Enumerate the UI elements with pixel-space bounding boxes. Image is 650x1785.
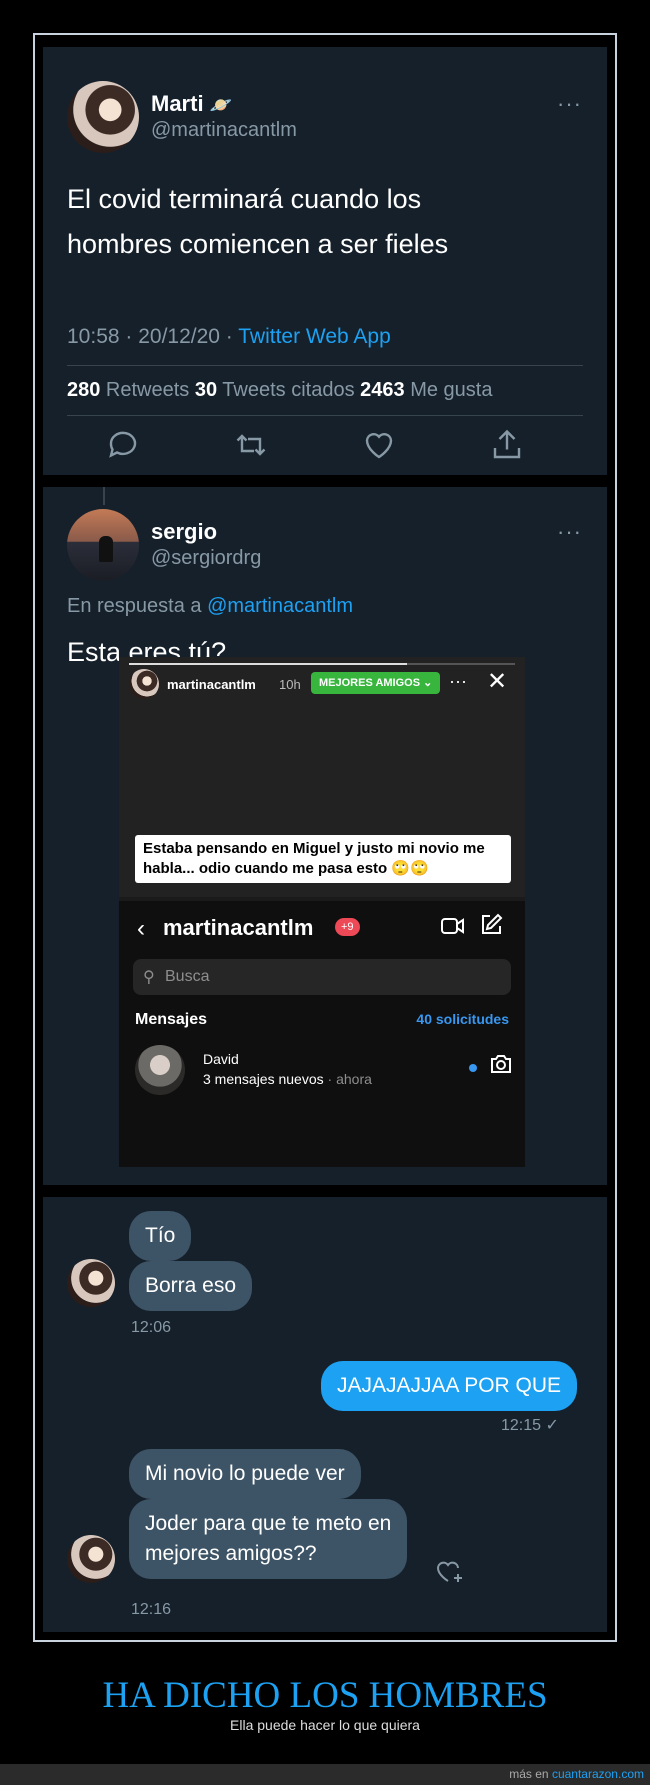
retweets-count[interactable]: 280 (67, 379, 100, 401)
tweet-stats: 280 Retweets 30 Tweets citados 2463 Me g… (67, 379, 492, 402)
camera-icon (491, 1055, 511, 1073)
user-handle[interactable]: @martinacantlm (151, 119, 297, 142)
story-progress-bar (129, 663, 515, 665)
likes-label: Me gusta (404, 379, 493, 401)
instagram-inbox: ‹ martinacantlm +9 ⚲ Busca Mensajes 40 s… (119, 901, 525, 1167)
reply-context: En respuesta a @martinacantlm (67, 595, 353, 618)
close-friends-badge: MEJORES AMIGOS ⌄ (311, 672, 441, 694)
more-options-button[interactable]: ··· (557, 91, 582, 117)
site-link[interactable]: cuantarazon.com (552, 1767, 644, 1781)
source-link[interactable]: Twitter Web App (238, 325, 391, 348)
notification-badge: +9 (335, 918, 360, 936)
tweet-text-line: El covid terminará cuando los (67, 184, 422, 214)
more-options-button[interactable]: ··· (557, 519, 582, 545)
heart-icon[interactable] (361, 427, 397, 463)
tweet-panel-original: Marti 🪐 @martinacantlm ··· El covid term… (43, 47, 607, 475)
avatar[interactable] (67, 81, 139, 153)
message-bubble-incoming[interactable]: Borra eso (129, 1261, 253, 1311)
message-line: Joder para que te meto en (145, 1512, 392, 1535)
quotes-label: Tweets citados (217, 379, 361, 401)
message-bubble-outgoing[interactable]: JAJAJAJJAA POR QUE (321, 1361, 578, 1411)
video-call-icon (441, 918, 464, 934)
avatar (129, 669, 159, 699)
message-line: mejores amigos?? (145, 1542, 317, 1565)
user-handle[interactable]: @sergiordrg (151, 547, 261, 570)
unread-dot (469, 1064, 477, 1072)
display-name[interactable]: sergio (151, 519, 217, 545)
meme-title: HA DICHO LOS HOMBRES (102, 1675, 548, 1716)
message-bubble-incoming[interactable]: Tío (129, 1211, 192, 1261)
retweet-icon[interactable] (233, 427, 269, 463)
inbox-title: martinacantlm (163, 915, 314, 940)
tweet-text: El covid terminará cuando los hombres co… (67, 177, 448, 267)
thread-time: · ahora (323, 1071, 372, 1087)
likes-count[interactable]: 2463 (360, 379, 405, 401)
dm-panel: Tío Borra eso 12:06 JAJAJAJJAA POR QUE 1… (43, 1197, 607, 1632)
story-caption: Estaba pensando en Miguel y justo mi nov… (135, 835, 511, 883)
divider (67, 415, 583, 416)
tweet-panel-reply: sergio @sergiordrg ··· En respuesta a @m… (43, 487, 607, 1185)
message-bubble-incoming[interactable]: Joder para que te meto en mejores amigos… (129, 1499, 408, 1579)
meme-frame: Marti 🪐 @martinacantlm ··· El covid term… (33, 33, 617, 1642)
timestamp: 10:58 · 20/12/20 · (67, 325, 239, 348)
meme-subtitle: Ella puede hacer lo que quiera (230, 1717, 420, 1733)
message-bubble-incoming[interactable]: Mi novio lo puede ver (129, 1449, 361, 1499)
share-icon[interactable] (489, 427, 525, 463)
message-time: 12:06 (131, 1319, 172, 1336)
message-time: 12:16 (131, 1601, 172, 1618)
heart-plus-icon[interactable] (435, 1557, 465, 1585)
site-credit: más en cuantarazon.com (509, 1767, 644, 1781)
reply-icon[interactable] (105, 427, 141, 463)
credit-prefix: más en (509, 1767, 552, 1781)
story-username: martinacantlm (167, 677, 256, 692)
planet-icon: 🪐 (209, 95, 233, 115)
avatar[interactable] (67, 1535, 115, 1583)
avatar (135, 1045, 185, 1095)
divider (67, 365, 583, 366)
retweets-label: Retweets (100, 379, 195, 401)
story-time: 10h (279, 677, 301, 692)
search-icon: ⚲ (143, 969, 155, 986)
thread-subtitle: 3 mensajes nuevos · ahora (203, 1071, 372, 1087)
avatar[interactable] (67, 1259, 115, 1307)
back-icon: ‹ (137, 915, 145, 942)
search-placeholder: Busca (165, 968, 210, 985)
embedded-screenshot[interactable]: martinacantlm 10h MEJORES AMIGOS ⌄ ··· ✕… (119, 657, 525, 1167)
quotes-count[interactable]: 30 (195, 379, 217, 401)
avatar[interactable] (67, 509, 139, 581)
display-name-text: Marti (151, 91, 204, 116)
tweet-actions (43, 427, 607, 467)
reply-prefix: En respuesta a (67, 595, 208, 617)
close-icon: ✕ (487, 668, 508, 695)
tweet-text-line: hombres comiencen a ser fieles (67, 229, 449, 259)
thread-name: David (203, 1051, 239, 1067)
compose-icon (482, 913, 503, 934)
messages-label: Mensajes (135, 1011, 208, 1028)
thread-line (103, 487, 105, 505)
mention-link[interactable]: @martinacantlm (207, 595, 353, 617)
search-input: ⚲ Busca (133, 959, 511, 995)
display-name[interactable]: Marti 🪐 (151, 91, 232, 117)
site-footer: más en cuantarazon.com (0, 1764, 650, 1785)
thread-new-messages: 3 mensajes nuevos (203, 1071, 324, 1087)
tweet-meta: 10:58 · 20/12/20 · Twitter Web App (67, 325, 391, 349)
story-view: martinacantlm 10h MEJORES AMIGOS ⌄ ··· ✕… (119, 657, 525, 897)
message-time: 12:15 ✓ (501, 1417, 559, 1434)
requests-link: 40 solicitudes (416, 1011, 509, 1027)
more-icon: ··· (449, 671, 467, 691)
